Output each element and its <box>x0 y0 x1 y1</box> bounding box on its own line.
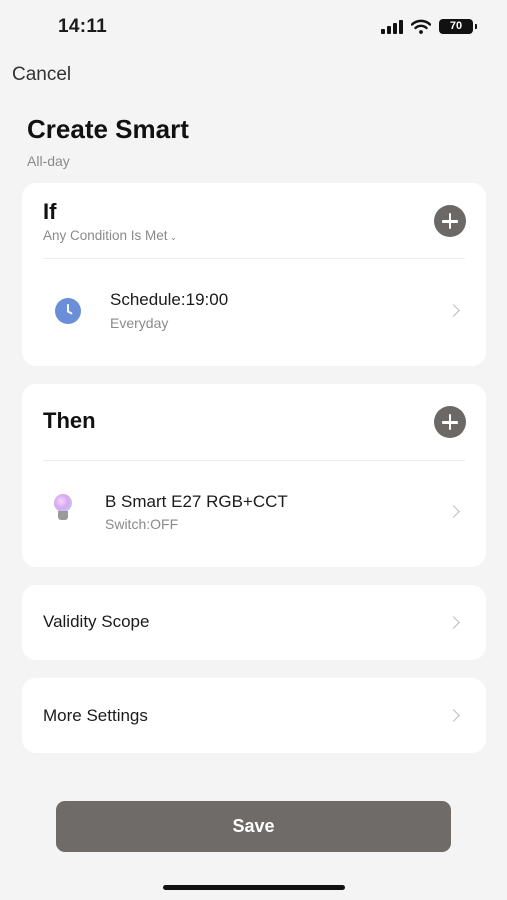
add-action-button[interactable] <box>434 406 466 438</box>
then-title: Then <box>43 408 96 433</box>
chevron-down-icon: ⌄ <box>169 232 178 242</box>
action-title: B Smart E27 RGB+CCT <box>105 492 288 511</box>
validity-scope-row[interactable]: Validity Scope <box>22 585 486 660</box>
wifi-icon <box>411 19 431 34</box>
chevron-right-icon <box>447 304 460 317</box>
if-title: If <box>43 199 57 224</box>
save-button[interactable]: Save <box>56 801 451 852</box>
action-subtitle: Switch:OFF <box>105 516 179 532</box>
add-condition-button[interactable] <box>434 205 466 237</box>
condition-title: Schedule:19:00 <box>110 290 229 309</box>
status-icons: 70 <box>381 19 477 34</box>
battery-icon: 70 <box>439 19 477 34</box>
if-card: If Any Condition Is Met ⌄ Schedule:19:00 … <box>22 183 486 366</box>
validity-scope-label: Validity Scope <box>43 612 150 631</box>
divider <box>43 258 465 259</box>
more-settings-label: More Settings <box>43 706 148 725</box>
cancel-button[interactable]: Cancel <box>12 64 71 86</box>
home-indicator <box>163 885 345 890</box>
page-subtitle[interactable]: All-day <box>27 153 70 169</box>
page-title: Create Smart <box>27 114 189 144</box>
condition-mode-dropdown[interactable]: Any Condition Is Met ⌄ <box>43 228 177 243</box>
then-card: Then B Smart E27 RGB+CCT Switch:OFF <box>22 384 486 567</box>
condition-subtitle: Everyday <box>110 315 169 331</box>
status-bar: 14:11 70 <box>0 0 507 56</box>
more-settings-row[interactable]: More Settings <box>22 678 486 753</box>
bulb-icon <box>52 494 74 524</box>
divider <box>43 460 465 461</box>
clock-icon <box>55 298 81 324</box>
signal-icon <box>381 19 403 34</box>
chevron-right-icon <box>447 616 460 629</box>
chevron-right-icon <box>447 709 460 722</box>
condition-mode-label: Any Condition Is Met <box>43 228 168 243</box>
status-time: 14:11 <box>58 16 108 37</box>
chevron-right-icon <box>447 505 460 518</box>
